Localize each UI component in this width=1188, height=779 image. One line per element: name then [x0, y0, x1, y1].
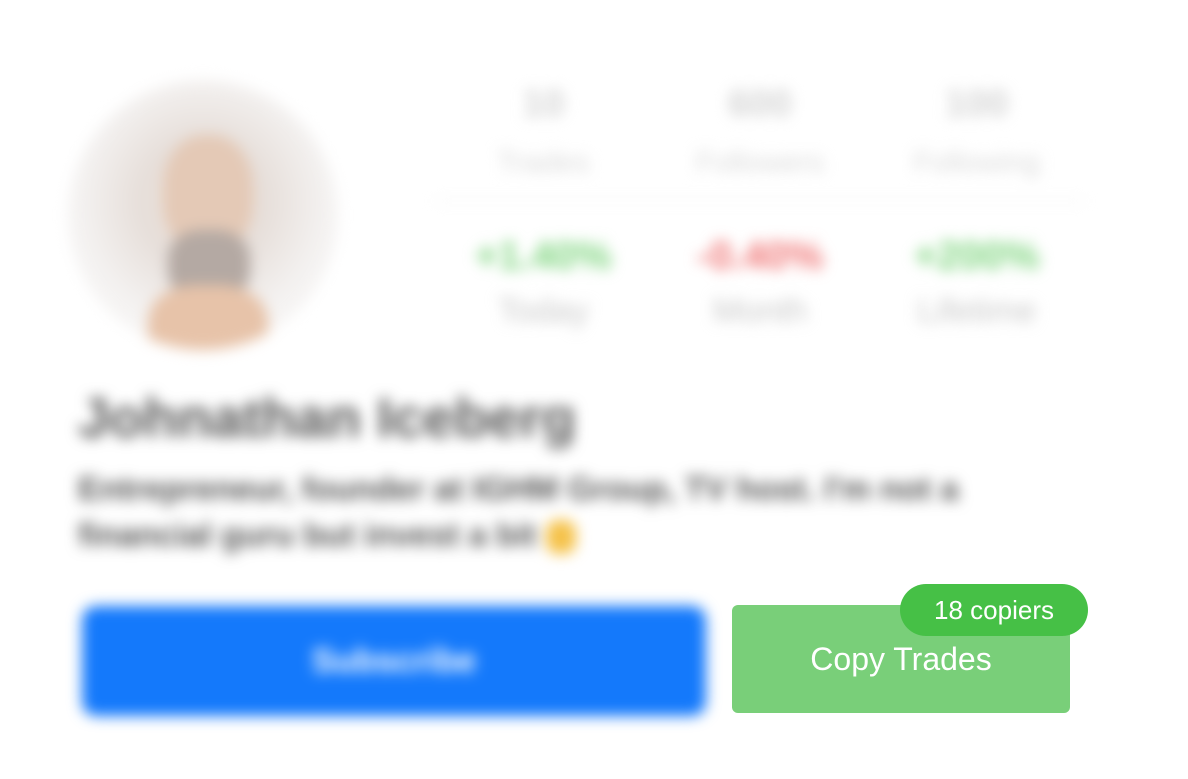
stat-label: Following — [913, 146, 1041, 179]
performance-lifetime: +200% Lifetime — [868, 232, 1085, 342]
stats-divider — [435, 200, 1085, 202]
subscribe-button[interactable]: Subscribe — [82, 606, 706, 716]
stat-following[interactable]: 100 Following — [868, 82, 1085, 192]
hand-emoji-icon — [545, 520, 576, 555]
stat-label: Followers — [695, 146, 825, 179]
performance-label: Month — [712, 292, 808, 330]
performance-value: +1.40% — [474, 234, 612, 278]
profile-bio-text: Entrepreneur, founder at IGHM Group, TV … — [78, 470, 959, 553]
stat-value: 10 — [522, 83, 565, 125]
profile-name: Johnathan Iceberg — [78, 386, 576, 449]
avatar-shirt — [148, 285, 268, 350]
stat-value: 100 — [944, 83, 1009, 125]
performance-month: -0.40% Month — [652, 232, 869, 342]
stat-trades[interactable]: 10 Trades — [435, 82, 652, 192]
performance-value: +200% — [913, 234, 1040, 278]
profile-bio: Entrepreneur, founder at IGHM Group, TV … — [78, 466, 1038, 558]
performance-label: Today — [497, 292, 589, 330]
stat-label: Trades — [497, 146, 590, 179]
performance-label: Lifetime — [917, 292, 1037, 330]
copiers-badge: 18 copiers — [900, 584, 1088, 636]
avatar — [68, 80, 338, 350]
profile-card: 10 Trades 600 Followers 100 Following +1… — [0, 0, 1188, 779]
performance-value: -0.40% — [696, 234, 824, 278]
stat-followers[interactable]: 600 Followers — [652, 82, 869, 192]
stats-row: 10 Trades 600 Followers 100 Following — [435, 82, 1085, 192]
performance-row: +1.40% Today -0.40% Month +200% Lifetime — [435, 232, 1085, 342]
performance-today: +1.40% Today — [435, 232, 652, 342]
stat-value: 600 — [728, 83, 792, 125]
